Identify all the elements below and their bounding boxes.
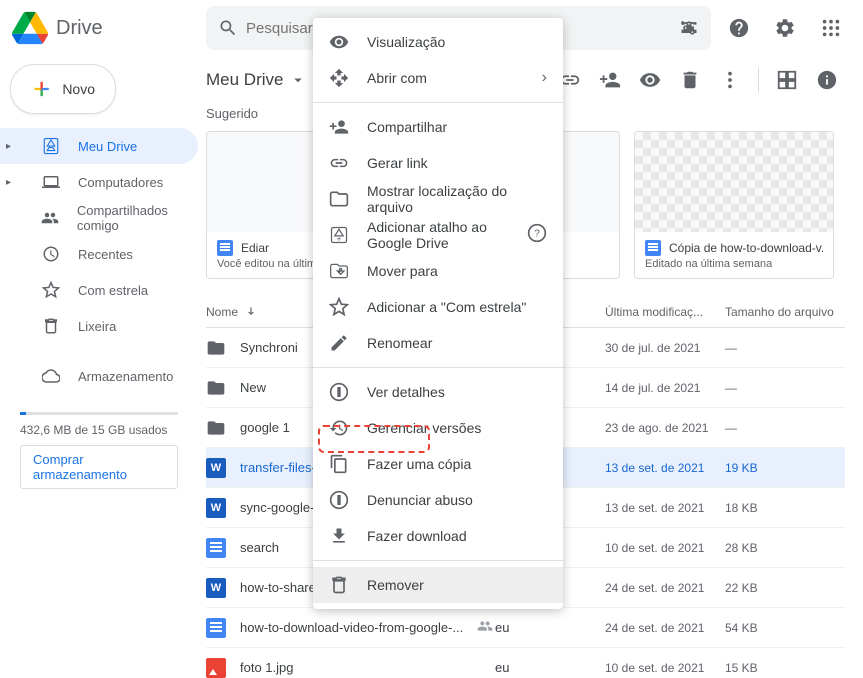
nav-trash[interactable]: ▸ Lixeira — [0, 308, 198, 344]
nav-my-drive[interactable]: ▸ Meu Drive — [0, 128, 198, 164]
shortcut-icon: + — [329, 225, 349, 245]
more-button[interactable] — [712, 62, 748, 98]
file-name: Synchroni — [240, 340, 298, 355]
info-icon — [329, 382, 349, 402]
docs-icon — [217, 240, 233, 256]
delete-button[interactable] — [672, 62, 708, 98]
menu-report[interactable]: Denunciar abuso — [313, 482, 563, 518]
cloud-icon — [42, 367, 60, 385]
svg-text:?: ? — [534, 228, 540, 239]
nav-recent[interactable]: ▸ Recentes — [0, 236, 198, 272]
sort-down-icon — [244, 305, 258, 319]
file-name: google 1 — [240, 420, 290, 435]
menu-info[interactable]: Ver detalhes — [313, 374, 563, 410]
computer-icon — [42, 173, 60, 191]
menu-copy[interactable]: Fazer uma cópia — [313, 446, 563, 482]
submenu-arrow-icon: › — [542, 69, 547, 87]
info-button[interactable] — [809, 62, 845, 98]
file-name: foto 1.jpg — [240, 660, 294, 675]
search-filter-icon[interactable] — [679, 18, 699, 38]
buy-storage-button[interactable]: Comprar armazenamento — [20, 445, 178, 489]
share-button[interactable] — [592, 62, 628, 98]
expand-icon[interactable]: ▸ — [6, 141, 16, 152]
file-name: how-to-download-video-from-google-... — [240, 620, 463, 635]
menu-eye[interactable]: Visualização — [313, 24, 563, 60]
app-name: Drive — [56, 17, 103, 40]
gdoc-icon — [206, 538, 226, 558]
help-badge-icon: ? — [527, 223, 547, 248]
folder-icon — [329, 189, 349, 209]
report-icon — [329, 490, 349, 510]
docs-icon — [645, 240, 661, 256]
logo[interactable]: Drive — [12, 10, 198, 46]
gdoc-icon — [206, 618, 226, 638]
word-icon — [206, 458, 226, 478]
expand-icon[interactable]: ▸ — [6, 177, 16, 188]
share-icon — [329, 117, 349, 137]
word-icon — [206, 498, 226, 518]
folder-icon — [206, 378, 226, 398]
menu-open[interactable]: Abrir com› — [313, 60, 563, 96]
menu-move[interactable]: Mover para — [313, 253, 563, 289]
file-row[interactable]: foto 1.jpgeu10 de set. de 202115 KB — [206, 648, 845, 678]
open-icon — [329, 68, 349, 88]
shared-icon — [477, 618, 493, 637]
versions-icon — [329, 418, 349, 438]
trash-icon — [42, 317, 60, 335]
menu-download[interactable]: Fazer download — [313, 518, 563, 554]
nav-storage[interactable]: ▸ Armazenamento — [0, 358, 198, 394]
file-row[interactable]: how-to-download-video-from-google-...eu2… — [206, 608, 845, 648]
menu-star[interactable]: Adicionar a "Com estrela" — [313, 289, 563, 325]
search-icon — [218, 18, 238, 38]
eye-icon — [329, 32, 349, 52]
breadcrumb[interactable]: Meu Drive — [206, 70, 307, 90]
file-name: search — [240, 540, 279, 555]
storage-text: 432,6 MB de 15 GB usados — [20, 423, 178, 437]
shared-icon — [41, 209, 59, 227]
svg-text:+: + — [337, 234, 342, 244]
img-icon — [206, 658, 226, 678]
help-icon[interactable] — [719, 8, 759, 48]
chevron-down-icon — [289, 71, 307, 89]
context-menu: VisualizaçãoAbrir com› CompartilharGerar … — [313, 18, 563, 609]
menu-share[interactable]: Compartilhar — [313, 109, 563, 145]
nav-starred[interactable]: ▸ Com estrela — [0, 272, 198, 308]
drive-icon — [42, 137, 60, 155]
menu-link[interactable]: Gerar link — [313, 145, 563, 181]
download-icon — [329, 526, 349, 546]
menu-versions[interactable]: Gerenciar versões — [313, 410, 563, 446]
rename-icon — [329, 333, 349, 353]
copy-icon — [329, 454, 349, 474]
menu-rename[interactable]: Renomear — [313, 325, 563, 361]
view-grid-button[interactable] — [769, 62, 805, 98]
clock-icon — [42, 245, 60, 263]
storage-bar — [20, 412, 178, 415]
move-icon — [329, 261, 349, 281]
suggested-card[interactable]: Cópia de how-to-download-v... Editado na… — [634, 131, 834, 279]
plus-icon — [31, 75, 52, 103]
link-icon — [329, 153, 349, 173]
trash-icon — [329, 575, 349, 595]
settings-icon[interactable] — [765, 8, 805, 48]
apps-icon[interactable] — [811, 8, 851, 48]
file-name: New — [240, 380, 266, 395]
preview-button[interactable] — [632, 62, 668, 98]
menu-trash[interactable]: Remover — [313, 567, 563, 603]
folder-icon — [206, 418, 226, 438]
folder-icon — [206, 338, 226, 358]
menu-shortcut[interactable]: +Adicionar atalho ao Google Drive? — [313, 217, 563, 253]
star-icon — [42, 281, 60, 299]
new-button[interactable]: Novo — [10, 64, 116, 114]
drive-logo-icon — [12, 10, 48, 46]
word-icon — [206, 578, 226, 598]
nav-shared[interactable]: ▸ Compartilhados comigo — [0, 200, 198, 236]
menu-folder[interactable]: Mostrar localização do arquivo — [313, 181, 563, 217]
nav-computers[interactable]: ▸ Computadores — [0, 164, 198, 200]
star-icon — [329, 297, 349, 317]
